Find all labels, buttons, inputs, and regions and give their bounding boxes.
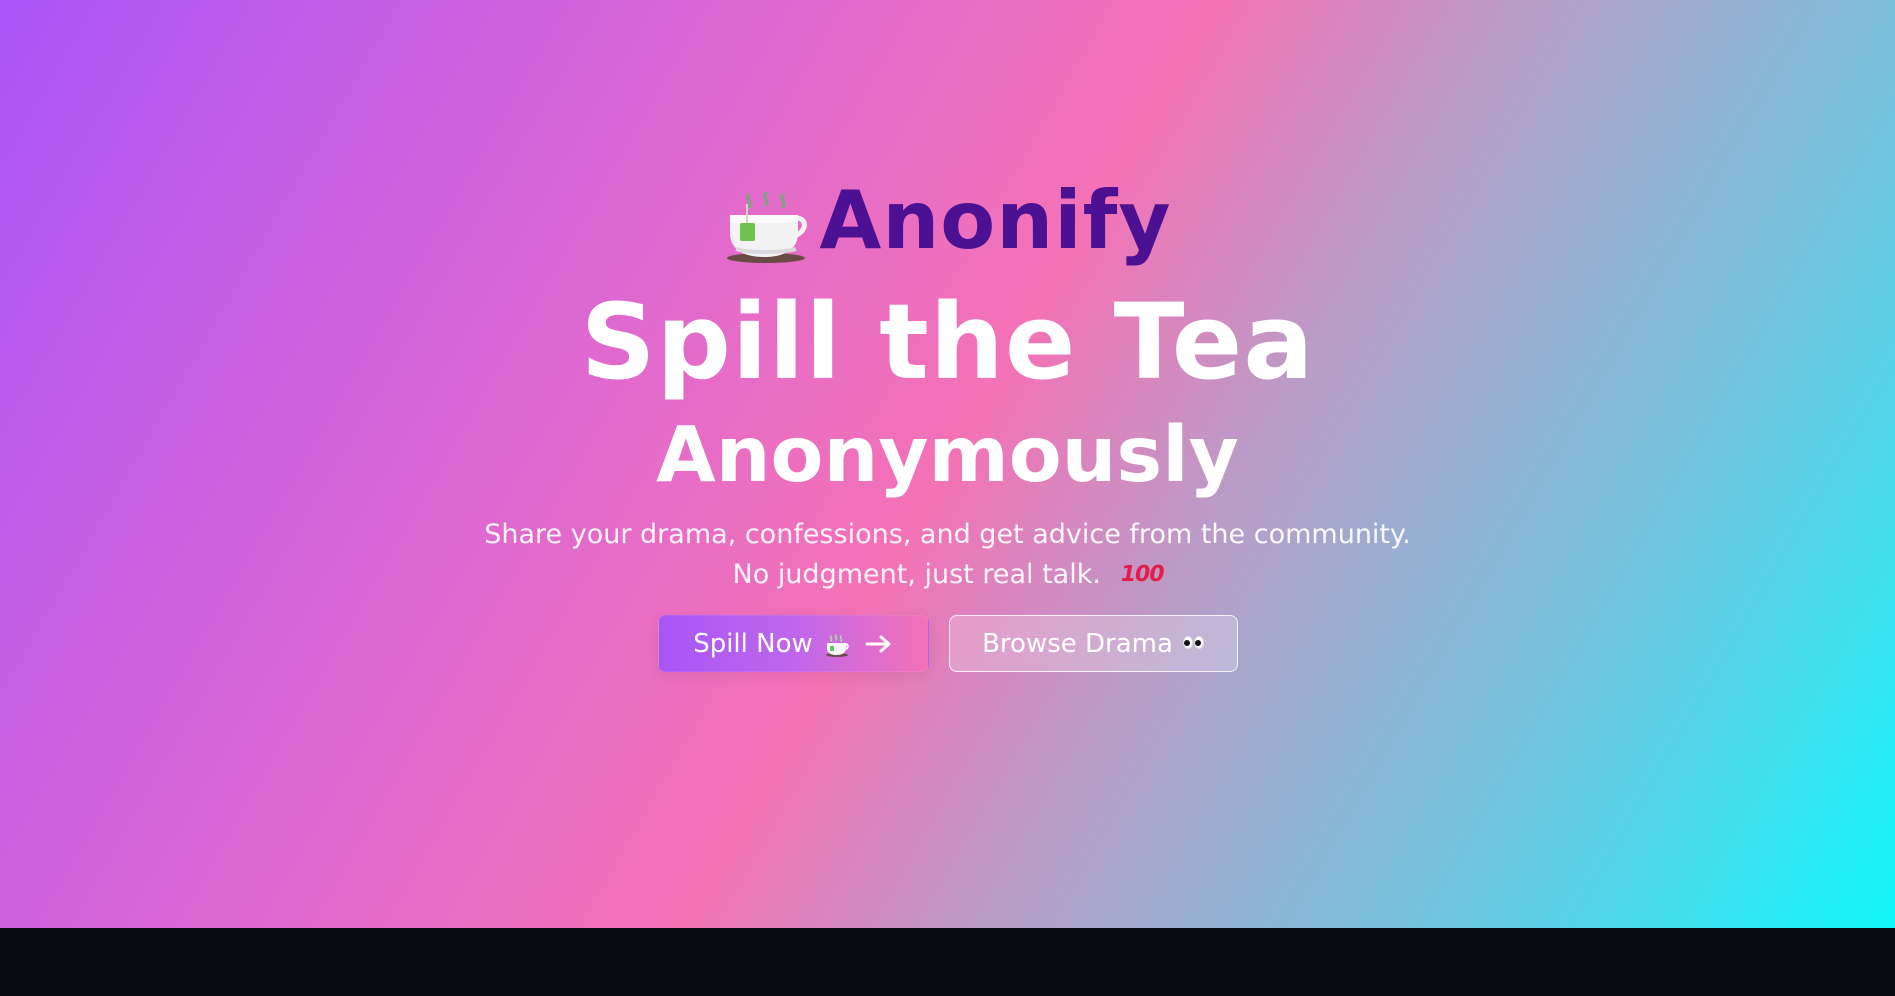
hero-description: Share your drama, confessions, and get a… [0, 515, 1895, 597]
hero-actions: Spill Now Browse Drama [0, 615, 1895, 672]
browse-drama-label: Browse Drama [982, 628, 1173, 659]
hero-content: Anonify Spill the Tea Anonymously Share … [0, 0, 1895, 928]
spill-now-button[interactable]: Spill Now [657, 615, 929, 672]
tea-cup-icon [727, 191, 808, 263]
brand-name: Anonify [819, 174, 1172, 267]
left-eye [1182, 636, 1193, 649]
tea-cup-icon [825, 633, 849, 657]
arrow-right-icon [865, 635, 891, 652]
spill-now-label: Spill Now [693, 628, 813, 659]
browse-drama-button[interactable]: Browse Drama [948, 615, 1238, 672]
hero-headline: Spill the Tea [580, 281, 1315, 403]
hundred-points-icon: 100 [1117, 562, 1166, 587]
bottom-bar [0, 928, 1895, 996]
description-line-1: Share your drama, confessions, and get a… [484, 519, 1411, 550]
hero-subheadline: Anonymously [656, 411, 1239, 500]
description-line-2: No judgment, just real talk. 100 [0, 555, 1895, 597]
right-eye [1193, 636, 1204, 649]
eyes-icon [1182, 636, 1204, 649]
hero-section: Anonify Spill the Tea Anonymously Share … [0, 0, 1895, 928]
description-line-2-text: No judgment, just real talk. [732, 559, 1101, 590]
brand: Anonify [0, 178, 1895, 268]
